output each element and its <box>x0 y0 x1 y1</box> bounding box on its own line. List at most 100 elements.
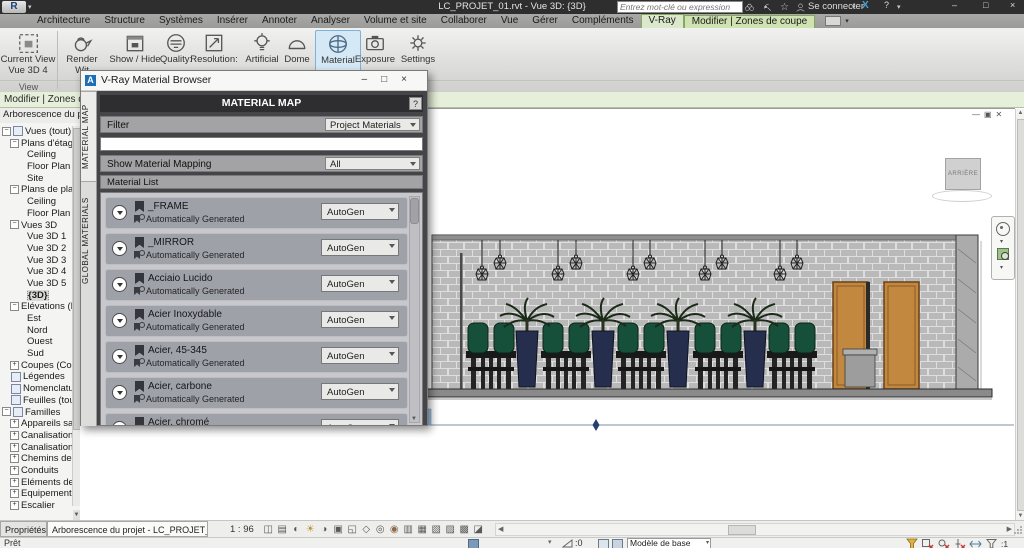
tree-item-coupes-cou[interactable]: +Coupes (Cou <box>0 360 73 372</box>
tree-item-equipement-sp-cialis[interactable]: +Equipement spécialisé <box>0 488 73 500</box>
scrollbar-down-arrow-icon[interactable]: ▼ <box>73 510 80 520</box>
tree-item-3d[interactable]: {3D} <box>0 290 73 302</box>
collapse-icon[interactable]: − <box>2 127 11 136</box>
hscroll-thumb[interactable] <box>728 525 756 535</box>
select-by-face-icon[interactable] <box>969 538 983 548</box>
tree-item-vue-3d-1[interactable]: Vue 3D 1 <box>0 231 73 243</box>
collapse-icon[interactable]: − <box>10 220 19 229</box>
material-mode-dropdown[interactable]: AutoGen <box>321 239 399 256</box>
maximize-button[interactable]: □ <box>983 0 988 10</box>
material-row-acier-chrom[interactable]: Acier, chroméAutomatically GeneratedAuto… <box>105 413 408 426</box>
menu-tab-volume-et-site[interactable]: Volume et site <box>357 14 434 28</box>
dialog-title-bar[interactable]: A V-Ray Material Browser –□× <box>81 71 427 91</box>
help-caret-icon[interactable]: ▾ <box>897 0 901 14</box>
scroll-left-icon[interactable]: ◀ <box>498 525 503 534</box>
view-window-controls[interactable]: —▣✕ <box>972 110 1006 119</box>
expand-material-icon[interactable] <box>112 421 127 426</box>
selection-filter-icon[interactable] <box>905 538 919 548</box>
tree-item-vue-3d-2[interactable]: Vue 3D 2 <box>0 243 73 255</box>
filter-dropdown[interactable]: Project Materials <box>325 118 420 131</box>
help-icon[interactable]: ? <box>884 0 889 10</box>
sun-path-icon[interactable]: ☀ <box>304 523 317 536</box>
expand-material-icon[interactable] <box>112 385 127 400</box>
ribbon-state-caret-icon[interactable]: ▾ <box>845 17 849 25</box>
material-mode-dropdown[interactable]: AutoGen <box>321 419 399 426</box>
help-button[interactable]: ? <box>409 97 422 110</box>
menu-tab-architecture[interactable]: Architecture <box>30 14 97 28</box>
scroll-right-icon[interactable]: ▶ <box>1007 525 1012 534</box>
tree-item-familles[interactable]: −Familles <box>0 407 73 419</box>
material-mode-dropdown[interactable]: AutoGen <box>321 311 399 328</box>
tree-item-escalier[interactable]: +Escalier <box>0 500 73 512</box>
expand-icon[interactable]: + <box>10 443 19 452</box>
tree-item-chemins-de-c-bles[interactable]: +Chemins de câbles <box>0 453 73 465</box>
binoculars-search-icon[interactable] <box>744 0 755 14</box>
close-button[interactable]: × <box>1010 0 1015 10</box>
show-crop-region-icon[interactable]: ◱ <box>346 523 359 536</box>
detail-level-icon[interactable]: ▤ <box>276 523 289 536</box>
collapse-icon[interactable]: − <box>10 185 19 194</box>
menu-tab-annoter[interactable]: Annoter <box>255 14 304 28</box>
expand-material-icon[interactable] <box>112 277 127 292</box>
material-mode-dropdown[interactable]: AutoGen <box>321 203 399 220</box>
expand-icon[interactable]: + <box>10 478 19 487</box>
material-row-frame[interactable]: _FRAMEAutomatically GeneratedAutoGen <box>105 197 408 229</box>
material-mode-dropdown[interactable]: AutoGen <box>321 383 399 400</box>
signin-person-icon[interactable] <box>795 0 806 14</box>
worksets-icon[interactable] <box>598 539 609 548</box>
collapse-icon[interactable]: − <box>2 407 11 416</box>
tree-item-sud[interactable]: Sud <box>0 348 73 360</box>
material-list-scrollbar[interactable]: ▼ <box>409 196 420 423</box>
tree-item-nord[interactable]: Nord <box>0 325 73 337</box>
expand-material-icon[interactable] <box>112 205 127 220</box>
tree-item-conduits[interactable]: +Conduits <box>0 465 73 477</box>
tree-item-vue-3d-4[interactable]: Vue 3D 4 <box>0 266 73 278</box>
tree-item-nomenclature[interactable]: Nomenclature <box>0 383 73 395</box>
vscroll-thumb[interactable] <box>1017 119 1024 511</box>
section-box-icon[interactable]: ◪ <box>472 523 485 536</box>
tree-item-ceiling[interactable]: Ceiling <box>0 149 73 161</box>
signin-caret-icon[interactable]: ▾ <box>852 0 856 14</box>
expand-icon[interactable]: + <box>10 361 19 370</box>
collapse-icon[interactable]: − <box>10 139 19 148</box>
menu-tab-collaborer[interactable]: Collaborer <box>434 14 494 28</box>
tree-item-el-ments-de-d-tail[interactable]: +Eléments de détail <box>0 477 73 489</box>
tree-item-feuilles-tout[interactable]: Feuilles (tout) <box>0 395 73 407</box>
expand-icon[interactable]: + <box>10 454 19 463</box>
mapping-dropdown[interactable]: All <box>325 157 420 170</box>
steering-wheel-icon[interactable] <box>996 222 1010 236</box>
scroll-up-icon[interactable]: ▲ <box>1016 109 1024 118</box>
menu-tab-structure[interactable]: Structure <box>97 14 152 28</box>
editing-requests-icon[interactable] <box>562 539 573 548</box>
dialog-minimize-button[interactable]: – <box>362 74 382 85</box>
material-row-acier-45-345[interactable]: Acier, 45-345Automatically GeneratedAuto… <box>105 341 408 373</box>
tree-item-el-vations-e[interactable]: −Elévations (E <box>0 301 73 313</box>
viewcube[interactable]: ARRIÈRE <box>945 158 981 190</box>
ribbon-state-button[interactable] <box>825 16 841 26</box>
expand-icon[interactable]: + <box>10 466 19 475</box>
tree-item-appareils-sa[interactable]: +Appareils sa <box>0 418 73 430</box>
workset-editable-icon[interactable] <box>612 539 623 548</box>
contextual-tab[interactable]: Modifier | Zones de coupe <box>684 15 815 28</box>
shadows-icon[interactable]: ◑ <box>318 523 331 536</box>
menu-tab-vue[interactable]: Vue <box>494 14 525 28</box>
reveal-constraints-icon[interactable]: ▨ <box>444 523 457 536</box>
reveal-hidden-elements-icon[interactable]: ◉ <box>388 523 401 536</box>
analytical-model-icon[interactable]: ▦ <box>416 523 429 536</box>
tree-item-floor-plan[interactable]: Floor Plan <box>0 208 73 220</box>
zoom-caret-icon[interactable]: ▾ <box>1000 264 1003 271</box>
expand-icon[interactable]: + <box>10 501 19 510</box>
wheel-caret-icon[interactable]: ▾ <box>1000 238 1003 245</box>
scale-button[interactable]: 1 : 96 <box>230 524 254 535</box>
tree-item-vue-3d-5[interactable]: Vue 3D 5 <box>0 278 73 290</box>
material-mode-dropdown[interactable]: AutoGen <box>321 275 399 292</box>
expand-icon[interactable]: + <box>10 489 19 498</box>
tree-item-l-gendes[interactable]: Légendes <box>0 371 73 383</box>
tree-item-plans-de-plaf[interactable]: −Plans de plaf <box>0 184 73 196</box>
revit-logo[interactable]: R <box>2 1 26 13</box>
viewcube-compass[interactable] <box>932 190 992 202</box>
dialog-close-button[interactable]: × <box>401 74 421 85</box>
tree-item-ouest[interactable]: Ouest <box>0 336 73 348</box>
editable-only-icon[interactable] <box>468 539 479 548</box>
temporary-hide-isolate-icon[interactable]: ◎ <box>374 523 387 536</box>
